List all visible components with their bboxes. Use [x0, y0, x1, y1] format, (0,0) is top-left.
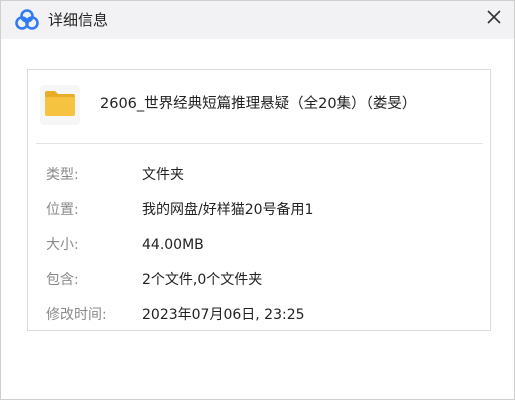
detail-row-contains: 包含: 2个文件,0个文件夹: [46, 270, 476, 290]
details-panel: 2606_世界经典短篇推理悬疑（全20集）（娄旻） 类型: 文件夹 位置: 我的…: [27, 69, 491, 331]
details-dialog: 详细信息 2606_世界经典短篇推理悬疑（全20集）（娄旻） 类型: 文件夹 位…: [0, 0, 515, 400]
baidu-netdisk-cloud-icon: [15, 9, 39, 31]
detail-label: 大小:: [46, 237, 79, 253]
detail-row-modified: 修改时间: 2023年07月06日, 23:25: [46, 305, 476, 325]
close-button[interactable]: [479, 3, 509, 33]
detail-value: 文件夹: [142, 167, 184, 183]
detail-row-location: 位置: 我的网盘/好样猫20号备用1: [46, 200, 476, 220]
close-icon: [487, 9, 501, 28]
detail-row-type: 类型: 文件夹: [46, 165, 476, 185]
detail-value: 44.00MB: [142, 237, 204, 253]
file-thumbnail: [40, 85, 80, 125]
detail-row-size: 大小: 44.00MB: [46, 235, 476, 255]
detail-value: 我的网盘/好样猫20号备用1: [142, 202, 314, 218]
detail-label: 包含:: [46, 272, 79, 288]
detail-value: 2个文件,0个文件夹: [142, 272, 263, 288]
window-title: 详细信息: [48, 11, 109, 29]
divider: [36, 143, 483, 144]
folder-icon: [44, 89, 76, 121]
detail-label: 类型:: [46, 167, 79, 183]
title-bar[interactable]: 详细信息: [1, 1, 514, 39]
detail-label: 位置:: [46, 202, 79, 218]
file-name: 2606_世界经典短篇推理悬疑（全20集）（娄旻）: [100, 96, 417, 112]
detail-value: 2023年07月06日, 23:25: [142, 307, 305, 323]
detail-label: 修改时间:: [46, 307, 107, 323]
